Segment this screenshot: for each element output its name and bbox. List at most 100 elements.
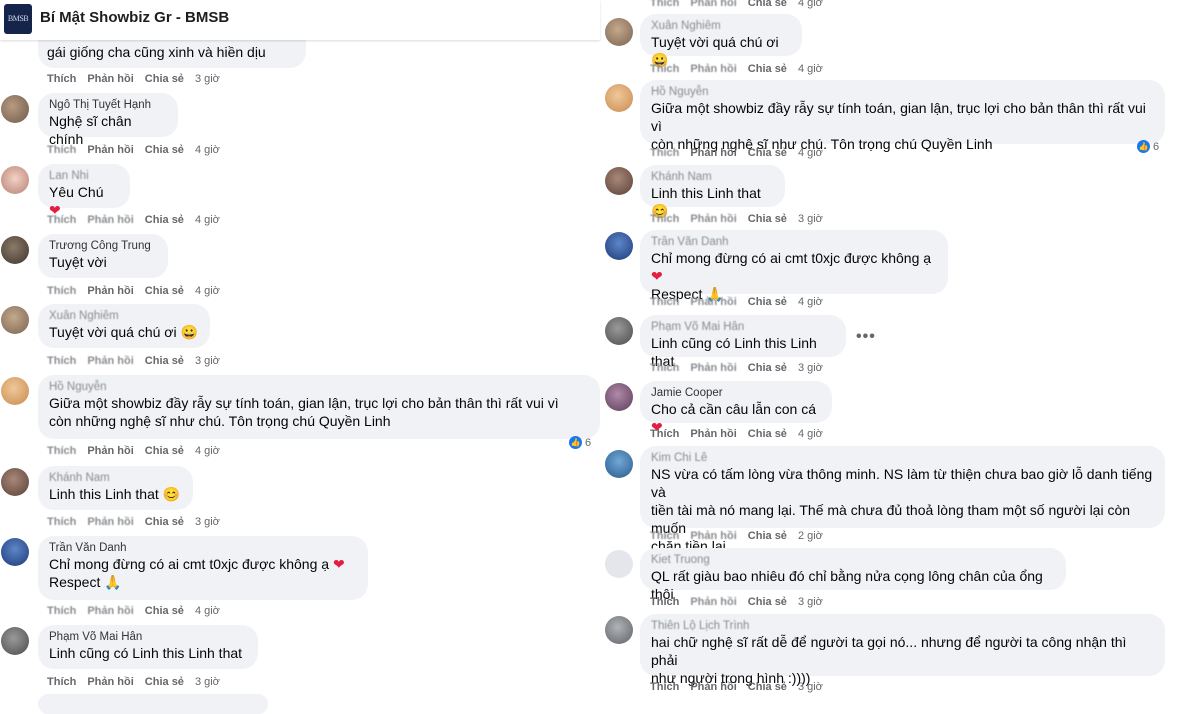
comment-time[interactable]: 4 giờ [798, 0, 823, 9]
share-link[interactable]: Chia sẻ [145, 516, 184, 528]
comment-author[interactable]: Thiên Lộ Lịch Trình [651, 619, 1154, 633]
like-link[interactable]: Thích [650, 428, 679, 440]
comment-author[interactable]: Xuân Nghiêm [49, 309, 199, 323]
avatar[interactable] [605, 18, 633, 46]
reply-link[interactable]: Phản hồi [87, 445, 133, 457]
reply-link[interactable]: Phản hồi [87, 73, 133, 85]
comment-time[interactable]: 4 giờ [195, 445, 220, 457]
avatar[interactable] [605, 383, 633, 411]
comment-time[interactable]: 3 giờ [798, 596, 823, 608]
share-link[interactable]: Chia sẻ [748, 530, 787, 542]
like-link[interactable]: Thích [47, 144, 76, 156]
like-link[interactable]: Thích [47, 214, 76, 226]
comment-time[interactable]: 3 giờ [195, 73, 220, 85]
avatar[interactable] [1, 95, 29, 123]
avatar[interactable] [1, 538, 29, 566]
avatar[interactable] [1, 166, 29, 194]
share-link[interactable]: Chia sẻ [145, 355, 184, 367]
reply-link[interactable]: Phản hồi [87, 214, 133, 226]
comment-author[interactable]: Jamie Cooper [651, 386, 821, 400]
comment-time[interactable]: 4 giờ [798, 296, 823, 308]
comment-time[interactable]: 4 giờ [798, 147, 823, 159]
comment-time[interactable]: 3 giờ [798, 362, 823, 374]
comment-author[interactable]: Hồ Nguyễn [651, 85, 1154, 99]
like-link[interactable]: Thích [650, 530, 679, 542]
avatar[interactable] [605, 450, 633, 478]
comment-time[interactable]: 4 giờ [195, 144, 220, 156]
avatar[interactable] [1, 306, 29, 334]
share-link[interactable]: Chia sẻ [145, 605, 184, 617]
comment-time[interactable]: 4 giờ [195, 214, 220, 226]
share-link[interactable]: Chia sẻ [748, 213, 787, 225]
comment-time[interactable]: 3 giờ [195, 676, 220, 688]
like-link[interactable]: Thích [650, 0, 679, 9]
comment-time[interactable]: 3 giờ [195, 516, 220, 528]
like-link[interactable]: Thích [650, 213, 679, 225]
share-link[interactable]: Chia sẻ [748, 296, 787, 308]
share-link[interactable]: Chia sẻ [145, 144, 184, 156]
reply-link[interactable]: Phản hồi [87, 285, 133, 297]
comment-author[interactable]: Khánh Nam [49, 471, 182, 485]
comment-author[interactable]: Lan Nhi [49, 169, 119, 183]
share-link[interactable]: Chia sẻ [748, 362, 787, 374]
share-link[interactable]: Chia sẻ [145, 73, 184, 85]
comment-time[interactable]: 3 giờ [798, 213, 823, 225]
like-link[interactable]: Thích [650, 147, 679, 159]
comment-author[interactable]: Phạm Võ Mai Hân [651, 320, 835, 334]
like-link[interactable]: Thích [47, 605, 76, 617]
avatar[interactable] [605, 84, 633, 112]
like-link[interactable]: Thích [47, 516, 76, 528]
share-link[interactable]: Chia sẻ [748, 681, 787, 693]
reply-link[interactable]: Phản hồi [690, 63, 736, 75]
avatar[interactable] [605, 616, 633, 644]
reply-link[interactable]: Phản hồi [87, 355, 133, 367]
comment-author[interactable]: Xuân Nghiêm [651, 19, 791, 33]
share-link[interactable]: Chia sẻ [748, 63, 787, 75]
comment-time[interactable]: 4 giờ [195, 605, 220, 617]
reply-link[interactable]: Phản hồi [690, 596, 736, 608]
comment-author[interactable]: Phạm Võ Mai Hân [49, 630, 247, 644]
share-link[interactable]: Chia sẻ [145, 445, 184, 457]
avatar[interactable] [1, 377, 29, 405]
reply-link[interactable]: Phản hồi [690, 213, 736, 225]
comment-time[interactable]: 4 giờ [798, 63, 823, 75]
avatar[interactable] [605, 232, 633, 260]
avatar[interactable] [605, 550, 633, 578]
reply-link[interactable]: Phản hồi [690, 0, 736, 9]
more-options-icon[interactable]: ••• [856, 328, 876, 346]
reaction-count[interactable]: 👍 6 [1137, 140, 1159, 153]
comment-time[interactable]: 2 giờ [798, 530, 823, 542]
reply-link[interactable]: Phản hồi [690, 147, 736, 159]
comment-time[interactable]: 3 giờ [195, 355, 220, 367]
like-link[interactable]: Thích [47, 445, 76, 457]
share-link[interactable]: Chia sẻ [145, 214, 184, 226]
share-link[interactable]: Chia sẻ [748, 147, 787, 159]
comment-time[interactable]: 4 giờ [798, 428, 823, 440]
reply-link[interactable]: Phản hồi [690, 681, 736, 693]
reply-link[interactable]: Phản hồi [87, 516, 133, 528]
reply-link[interactable]: Phản hồi [87, 676, 133, 688]
comment-author[interactable]: Trần Văn Danh [651, 235, 937, 249]
comment-author[interactable]: Khánh Nam [651, 170, 774, 184]
like-link[interactable]: Thích [47, 355, 76, 367]
group-title[interactable]: Bí Mật Showbiz Gr - BMSB [40, 9, 229, 26]
comment-author[interactable]: Kiet Truong [651, 553, 1055, 567]
share-link[interactable]: Chia sẻ [145, 285, 184, 297]
reply-link[interactable]: Phản hồi [87, 144, 133, 156]
group-logo[interactable]: BMSB [4, 4, 32, 34]
share-link[interactable]: Chia sẻ [748, 0, 787, 9]
like-link[interactable]: Thích [47, 285, 76, 297]
avatar[interactable] [605, 317, 633, 345]
comment-author[interactable]: Kim Chi Lê [651, 451, 1154, 465]
comment-author[interactable]: Hồ Nguyễn [49, 380, 589, 394]
comment-author[interactable]: Trần Văn Danh [49, 541, 357, 555]
like-link[interactable]: Thích [47, 676, 76, 688]
share-link[interactable]: Chia sẻ [748, 596, 787, 608]
comment-author[interactable]: Ngô Thị Tuyết Hạnh [49, 98, 167, 112]
reply-link[interactable]: Phản hồi [690, 296, 736, 308]
comment-time[interactable]: 3 giờ [798, 681, 823, 693]
comment-time[interactable]: 4 giờ [195, 285, 220, 297]
avatar[interactable] [1, 627, 29, 655]
share-link[interactable]: Chia sẻ [748, 428, 787, 440]
reply-link[interactable]: Phản hồi [690, 428, 736, 440]
